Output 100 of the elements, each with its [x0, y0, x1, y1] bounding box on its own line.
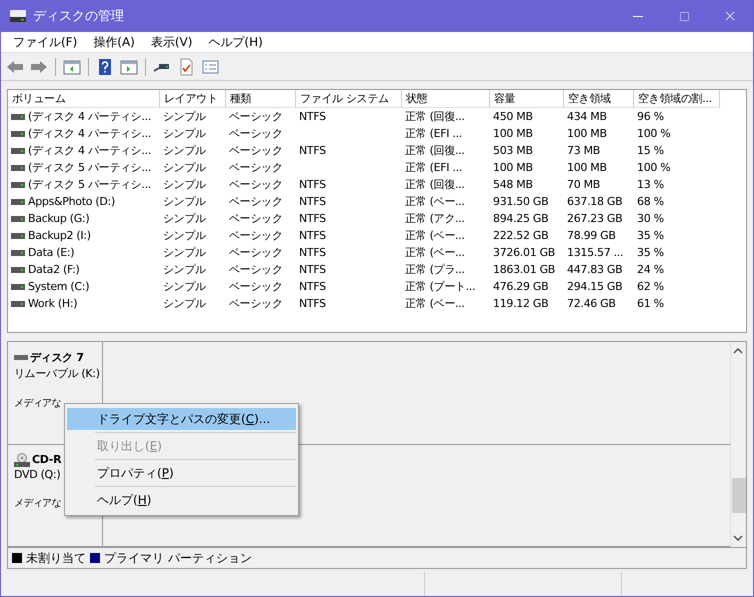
table-cell-text: 119.12 GB	[492, 296, 550, 312]
table-cell-text: 72.46 GB	[566, 296, 617, 312]
table-cell-text: ベーシック	[228, 279, 284, 295]
table-cell-text: 100 MB	[492, 160, 534, 176]
drive-icon	[11, 232, 25, 238]
table-cell-text: ベーシック	[228, 177, 284, 193]
table-cell-text: 476.29 GB	[492, 279, 550, 295]
table-cell-text: シンプル	[162, 279, 207, 295]
table-cell-text: シンプル	[162, 262, 207, 278]
table-cell-text: NTFS	[298, 296, 327, 312]
table-cell-text: 548 MB	[492, 177, 534, 193]
disk-type: リムーバブル (K:)	[14, 366, 101, 381]
column-header[interactable]: ボリューム	[8, 90, 160, 108]
drive-icon	[14, 355, 28, 360]
table-cell-text: 正常 (プラ...	[404, 262, 466, 278]
table-cell-text: シンプル	[162, 194, 207, 210]
column-header[interactable]: ファイル システム	[296, 90, 402, 108]
drive-icon	[11, 250, 25, 256]
table-cell-text: シンプル	[162, 160, 207, 176]
scrollbar[interactable]	[730, 342, 746, 547]
table-cell-text: 正常 (ベー...	[404, 245, 466, 261]
table-cell-text: 正常 (ブート...	[404, 279, 476, 295]
table-cell-text: ベーシック	[228, 245, 284, 261]
table-cell-text: 1863.01 GB	[492, 262, 556, 278]
table-cell-text: 正常 (アク...	[404, 211, 466, 227]
menu-item[interactable]: ファイル(F)	[5, 34, 86, 50]
table-cell-text: NTFS	[298, 177, 327, 193]
menu-item[interactable]: 操作(A)	[85, 34, 143, 50]
table-cell-text: NTFS	[298, 194, 327, 210]
table-cell-text: ベーシック	[228, 262, 284, 278]
drive-icon	[11, 284, 25, 290]
maximize-icon	[678, 10, 690, 22]
legend-label: 未割り当て	[26, 550, 86, 566]
table-cell-text: 70 MB	[566, 177, 602, 193]
table-cell-text: シンプル	[162, 296, 207, 312]
table-cell-text: 正常 (回復...	[404, 177, 466, 193]
table-cell-text: シンプル	[162, 245, 207, 261]
scroll-up-icon[interactable]	[733, 348, 743, 354]
menu-item[interactable]: ヘルプ(H)	[200, 34, 271, 50]
table-cell-text: シンプル	[162, 211, 207, 227]
table-cell-text: 78.99 GB	[566, 228, 617, 244]
table-cell-text: Data2 (F:)	[28, 262, 80, 278]
table-cell-text: ベーシック	[228, 211, 284, 227]
context-menu-item[interactable]: ドライブ文字とパスの変更(C)...	[67, 408, 296, 430]
drive-icon	[11, 300, 25, 306]
drive-icon	[11, 114, 25, 120]
table-cell-text: 13 %	[636, 177, 665, 193]
column-header[interactable]: 空き領域の割...	[634, 90, 720, 108]
column-header[interactable]: 状態	[402, 90, 490, 108]
table-cell-text: 100 %	[636, 160, 672, 176]
table-cell-text: ベーシック	[228, 126, 284, 142]
column-header[interactable]: 空き領域	[564, 90, 634, 108]
menu-item[interactable]: 表示(V)	[142, 34, 200, 50]
table-cell-text: 894.25 GB	[492, 211, 550, 227]
table-cell-text: 73 MB	[566, 143, 602, 159]
table-cell-text: Backup (G:)	[28, 211, 90, 227]
table-cell-text: 931.50 GB	[492, 194, 550, 210]
table-cell-text: 450 MB	[492, 109, 534, 125]
legend-label: プライマリ パーティション	[104, 550, 252, 566]
table-cell-text: (ディスク 4 パーティシ...	[28, 143, 151, 159]
disc-drive-icon	[14, 452, 30, 466]
window-title: ディスクの管理	[33, 8, 125, 25]
scroll-thumb[interactable]	[732, 478, 746, 513]
table-cell-text: NTFS	[298, 262, 327, 278]
table-cell-text: 222.52 GB	[492, 228, 550, 244]
table-cell-text: シンプル	[162, 109, 207, 125]
disk-type: DVD (Q:)	[14, 468, 62, 480]
table-cell-text: ベーシック	[228, 109, 284, 125]
drive-icon	[11, 198, 25, 204]
table-cell-text: Work (H:)	[28, 296, 78, 312]
disk-status: メディアな	[14, 397, 62, 410]
context-menu-item[interactable]: プロパティ(P)	[67, 462, 296, 484]
table-cell-text: 正常 (EFI ...	[404, 126, 463, 142]
column-header[interactable]: レイアウト	[160, 90, 226, 108]
table-cell-text: 294.15 GB	[566, 279, 624, 295]
column-header[interactable]: 容量	[490, 90, 564, 108]
table-cell-text: 正常 (EFI ...	[404, 160, 463, 176]
drive-icon	[11, 164, 25, 170]
drive-icon	[11, 266, 25, 272]
disk-name: CD-R	[32, 453, 62, 466]
table-cell-text: 正常 (ベー...	[404, 194, 466, 210]
scroll-down-icon[interactable]	[733, 535, 743, 541]
table-cell-text: (ディスク 4 パーティシ...	[28, 109, 151, 125]
column-header[interactable]: 種類	[226, 90, 296, 108]
table-cell-text: 正常 (ベー...	[404, 228, 466, 244]
table-cell-text: 100 MB	[566, 126, 608, 142]
table-cell-text: Apps&Photo (D:)	[28, 194, 115, 210]
table-cell-text: 15 %	[636, 143, 665, 159]
table-cell-text: 35 %	[636, 245, 665, 261]
table-cell-text: 24 %	[636, 262, 665, 278]
table-cell-text: 637.18 GB	[566, 194, 624, 210]
table-cell-text: 1315.57 ...	[566, 245, 624, 261]
table-cell-text: ベーシック	[228, 143, 284, 159]
table-cell-text: (ディスク 4 パーティシ...	[28, 126, 151, 142]
drive-icon	[11, 148, 25, 154]
table-cell-text: シンプル	[162, 177, 207, 193]
table-cell-text: 96 %	[636, 109, 665, 125]
context-menu-item[interactable]: ヘルプ(H)	[67, 489, 296, 511]
table-cell-text: System (C:)	[28, 279, 90, 295]
table-cell-text: 100 %	[636, 126, 672, 142]
